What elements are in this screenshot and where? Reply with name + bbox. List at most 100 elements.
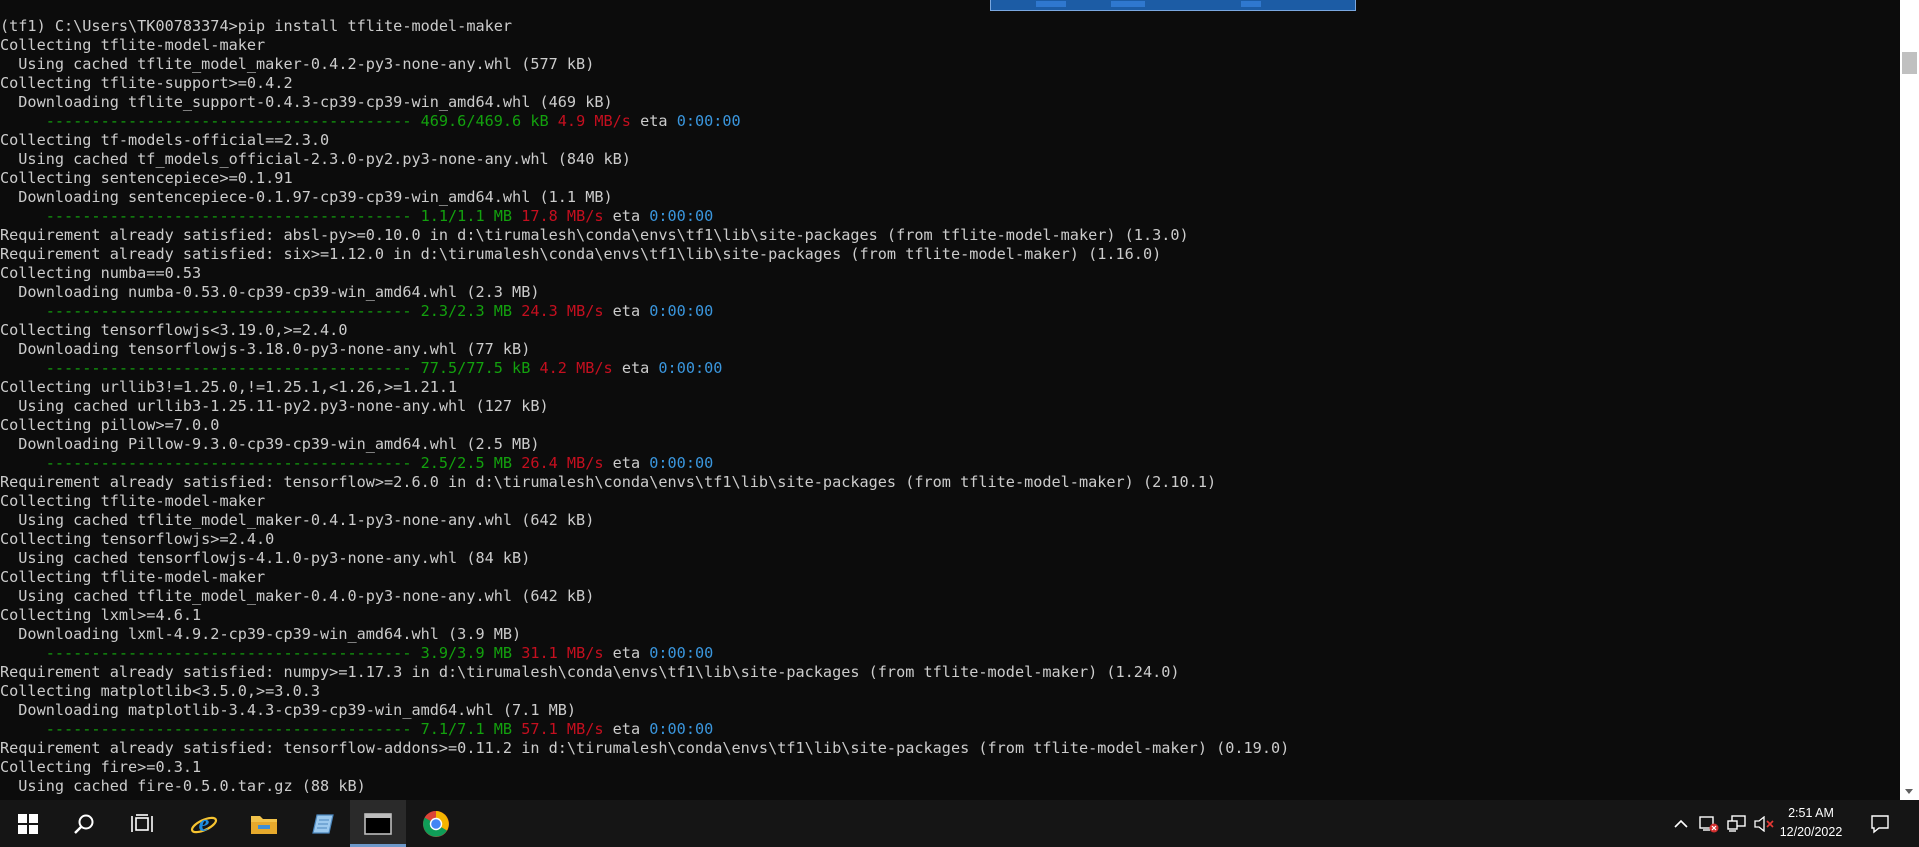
download-size: 1.1/1.1 MB <box>420 207 513 225</box>
taskbar: e 2:51 AM 12/20/2022 <box>0 800 1919 847</box>
progress-line: ----------------------------------------… <box>0 359 1289 378</box>
console-line: Requirement already satisfied: six>=1.12… <box>0 245 1162 263</box>
console-line: Using cached tf_models_official-2.3.0-py… <box>0 150 631 168</box>
notes-icon <box>312 813 334 834</box>
download-size: 2.5/2.5 MB <box>420 454 513 472</box>
download-size: 7.1/7.1 MB <box>420 720 513 738</box>
file-explorer-button[interactable] <box>238 800 290 847</box>
download-size: 3.9/3.9 MB <box>420 644 513 662</box>
download-size: 77.5/77.5 kB <box>420 359 531 377</box>
notification-icon <box>1871 814 1889 833</box>
progress-bar: ---------------------------------------- <box>0 359 421 377</box>
console-line: Collecting matplotlib<3.5.0,>=3.0.3 <box>0 682 321 700</box>
console-line: Downloading numba-0.53.0-cp39-cp39-win_a… <box>0 283 540 301</box>
download-speed: 24.3 MB/s <box>521 302 604 320</box>
internet-explorer-button[interactable]: e <box>178 800 230 847</box>
progress-line: ----------------------------------------… <box>0 644 1289 663</box>
progress-bar: ---------------------------------------- <box>0 112 421 130</box>
download-size: 469.6/469.6 kB <box>420 112 549 130</box>
download-speed: 17.8 MB/s <box>521 207 604 225</box>
search-icon <box>74 814 94 834</box>
console-line: Requirement already satisfied: absl-py>=… <box>0 226 1189 244</box>
clock-time: 2:51 AM <box>1788 806 1834 820</box>
console-line: Collecting urllib3!=1.25.0,!=1.25.1,<1.2… <box>0 378 458 396</box>
download-speed: 57.1 MB/s <box>521 720 604 738</box>
scroll-down-button[interactable] <box>1900 784 1919 800</box>
show-hidden-icons-button[interactable] <box>1668 800 1694 847</box>
console-line: Collecting lxml>=4.6.1 <box>0 606 202 624</box>
console-line: Downloading tflite_support-0.4.3-cp39-cp… <box>0 93 613 111</box>
volume-tray-button[interactable] <box>1752 800 1776 847</box>
eta-value: 0:00:00 <box>649 720 714 738</box>
console-line: Using cached fire-0.5.0.tar.gz (88 kB) <box>0 777 366 795</box>
console-line: Downloading Pillow-9.3.0-cp39-cp39-win_a… <box>0 435 540 453</box>
progress-line: ----------------------------------------… <box>0 112 1289 131</box>
svg-text:e: e <box>199 811 210 837</box>
console-line: Using cached tensorflowjs-4.1.0-py3-none… <box>0 549 531 567</box>
network-status-tray-button[interactable] <box>1696 800 1722 847</box>
eta-value: 0:00:00 <box>676 112 741 130</box>
internet-explorer-icon: e <box>190 811 218 837</box>
progress-bar: ---------------------------------------- <box>0 720 421 738</box>
vertical-scrollbar[interactable] <box>1900 0 1919 800</box>
eta-label: eta <box>621 359 650 377</box>
console-line: Using cached tflite_model_maker-0.4.0-py… <box>0 587 595 605</box>
windows-logo-icon <box>18 813 38 834</box>
command-prompt-window[interactable]: (tf1) C:\Users\TK00783374>pip install tf… <box>0 0 1900 800</box>
console-line: Collecting tflite-support>=0.4.2 <box>0 74 293 92</box>
progress-bar: ---------------------------------------- <box>0 207 421 225</box>
progress-bar: ---------------------------------------- <box>0 302 421 320</box>
console-line: Using cached tflite_model_maker-0.4.2-py… <box>0 55 595 73</box>
search-button[interactable] <box>60 800 108 847</box>
progress-bar: ---------------------------------------- <box>0 454 421 472</box>
task-view-icon <box>131 813 153 832</box>
console-line: Collecting tflite-model-maker <box>0 36 266 54</box>
chrome-button[interactable] <box>410 800 462 847</box>
console-line: Downloading lxml-4.9.2-cp39-cp39-win_amd… <box>0 625 522 643</box>
network-tray-button[interactable] <box>1724 800 1750 847</box>
folder-icon <box>251 815 277 834</box>
chrome-icon <box>423 810 449 837</box>
clock-date: 12/20/2022 <box>1779 825 1843 839</box>
progress-line: ----------------------------------------… <box>0 720 1289 739</box>
scroll-thumb[interactable] <box>1902 52 1917 74</box>
progress-line: ----------------------------------------… <box>0 454 1289 473</box>
console-line: Collecting tensorflowjs<3.19.0,>=2.4.0 <box>0 321 348 339</box>
start-button[interactable] <box>0 800 56 847</box>
clock[interactable]: 2:51 AM 12/20/2022 <box>1776 800 1846 847</box>
task-view-button[interactable] <box>118 800 166 847</box>
download-speed: 31.1 MB/s <box>521 644 604 662</box>
eta-label: eta <box>612 644 641 662</box>
console-line: Collecting tflite-model-maker <box>0 492 266 510</box>
volume-muted-icon <box>1754 815 1774 832</box>
console-line: Downloading matplotlib-3.4.3-cp39-cp39-w… <box>0 701 577 719</box>
eta-value: 0:00:00 <box>649 454 714 472</box>
console-line: Collecting tensorflowjs>=2.4.0 <box>0 530 275 548</box>
console-line: Requirement already satisfied: tensorflo… <box>0 739 1290 757</box>
eta-value: 0:00:00 <box>649 302 714 320</box>
console-line: Collecting sentencepiece>=0.1.91 <box>0 169 293 187</box>
console-line: Collecting pillow>=7.0.0 <box>0 416 220 434</box>
command-prompt-button[interactable] <box>350 800 406 847</box>
console-line: Using cached urllib3-1.25.11-py2.py3-non… <box>0 397 549 415</box>
console-line: Collecting fire>=0.3.1 <box>0 758 202 776</box>
console-output: (tf1) C:\Users\TK00783374>pip install tf… <box>0 17 1289 796</box>
console-line: Collecting numba==0.53 <box>0 264 202 282</box>
network-status-icon <box>1699 815 1719 832</box>
download-speed: 4.9 MB/s <box>557 112 631 130</box>
scroll-up-button[interactable] <box>1900 0 1919 14</box>
console-line: Collecting tflite-model-maker <box>0 568 266 586</box>
terminal-icon <box>364 812 392 835</box>
progress-line: ----------------------------------------… <box>0 302 1289 321</box>
progress-line: ----------------------------------------… <box>0 207 1289 226</box>
notes-app-button[interactable] <box>296 800 348 847</box>
action-center-button[interactable] <box>1862 800 1898 847</box>
console-line: Requirement already satisfied: numpy>=1.… <box>0 663 1180 681</box>
eta-label: eta <box>612 302 641 320</box>
console-line: Downloading tensorflowjs-3.18.0-py3-none… <box>0 340 531 358</box>
download-speed: 26.4 MB/s <box>521 454 604 472</box>
console-line: Downloading sentencepiece-0.1.97-cp39-cp… <box>0 188 613 206</box>
eta-value: 0:00:00 <box>658 359 723 377</box>
console-line: Requirement already satisfied: tensorflo… <box>0 473 1217 491</box>
eta-label: eta <box>612 207 641 225</box>
